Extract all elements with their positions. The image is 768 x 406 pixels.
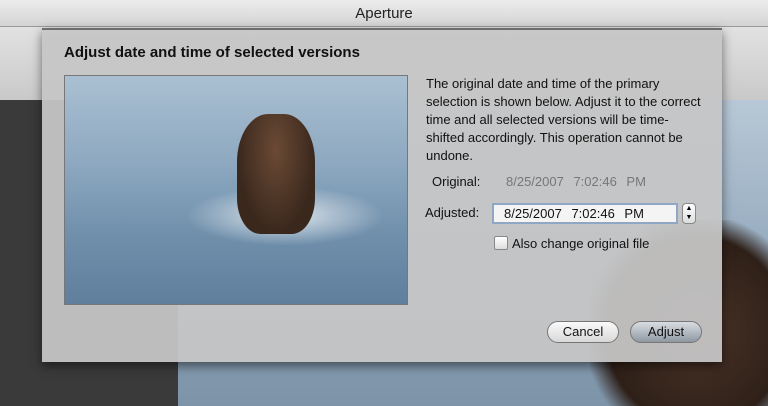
change-original-label[interactable]: Also change original file — [512, 236, 649, 251]
adjusted-label: Adjusted: — [425, 205, 480, 220]
image-preview — [64, 75, 408, 305]
date-stepper[interactable]: ▲ ▼ — [682, 203, 696, 224]
chevron-up-icon[interactable]: ▲ — [686, 205, 693, 212]
adjusted-date-field[interactable]: 8/25/2007 7:02:46 PM — [492, 203, 678, 224]
chevron-down-icon[interactable]: ▼ — [686, 214, 693, 221]
adjust-button[interactable]: Adjust — [630, 321, 702, 343]
original-date-value: 8/25/2007 7:02:46 PM — [506, 174, 646, 189]
original-label: Original: — [432, 174, 481, 189]
adjust-date-dialog: Adjust date and time of selected version… — [42, 28, 722, 362]
window-title: Aperture — [355, 5, 413, 22]
change-original-checkbox[interactable] — [494, 236, 508, 250]
cancel-button[interactable]: Cancel — [547, 321, 619, 343]
dialog-title: Adjust date and time of selected version… — [64, 44, 360, 61]
dialog-description: The original date and time of the primar… — [426, 76, 701, 163]
window-title-bar: Aperture — [0, 0, 768, 27]
